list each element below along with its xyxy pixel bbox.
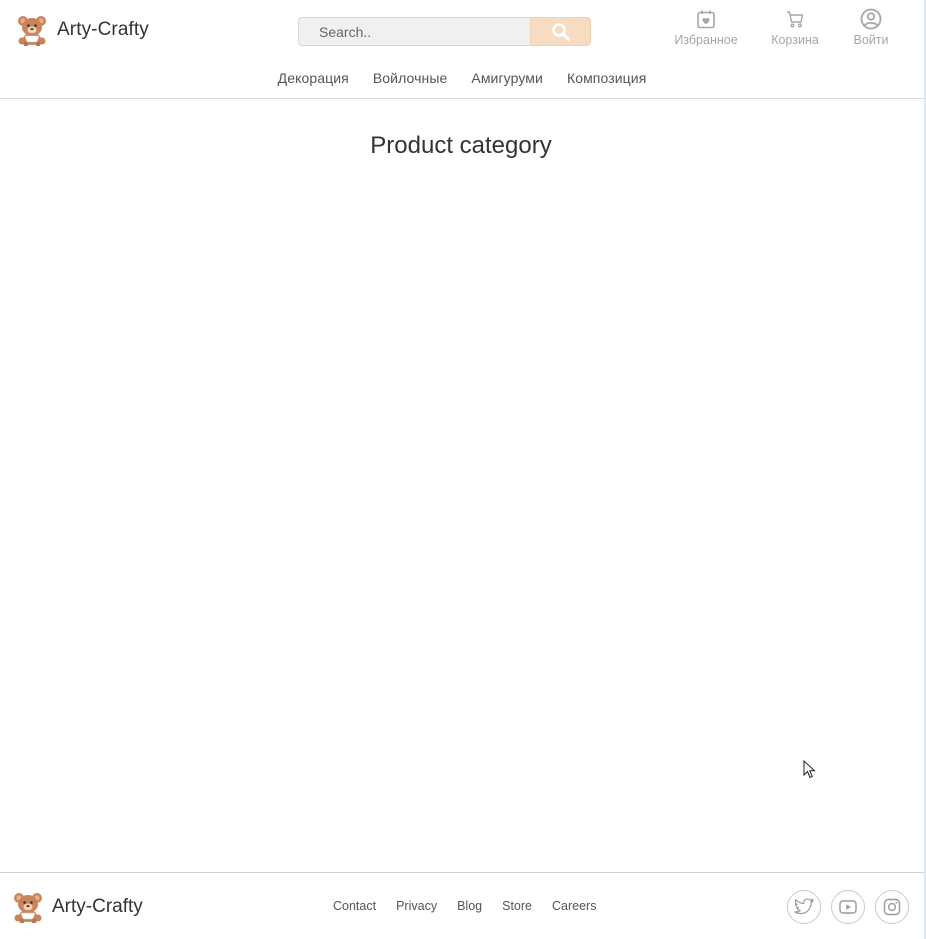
search-icon <box>551 22 570 41</box>
login-button[interactable]: Войти <box>848 8 894 47</box>
nav-item-composition[interactable]: Композиция <box>567 70 646 86</box>
site-header: Arty-Crafty Избранное <box>0 0 924 99</box>
search-button[interactable] <box>530 17 591 46</box>
youtube-button[interactable] <box>831 890 865 924</box>
favorites-label: Избранное <box>674 33 738 47</box>
search-bar <box>298 17 591 46</box>
footer-links: Contact Privacy Blog Store Careers <box>333 899 596 913</box>
nav-item-decoration[interactable]: Декорация <box>278 70 349 86</box>
footer-link-careers[interactable]: Careers <box>552 899 596 913</box>
site-footer: Arty-Crafty Contact Privacy Blog Store C… <box>0 872 924 939</box>
favorites-button[interactable]: Избранное <box>670 8 742 47</box>
footer-link-store[interactable]: Store <box>502 899 532 913</box>
footer-link-contact[interactable]: Contact <box>333 899 376 913</box>
footer-brand-name: Arty-Crafty <box>52 896 143 917</box>
twitter-button[interactable] <box>787 890 821 924</box>
footer-link-privacy[interactable]: Privacy <box>396 899 437 913</box>
page-title: Product category <box>370 132 552 159</box>
teddy-bear-logo-icon <box>18 16 46 46</box>
search-input[interactable] <box>298 17 530 46</box>
youtube-icon <box>839 900 857 914</box>
cart-button[interactable]: Корзина <box>766 8 824 47</box>
instagram-icon <box>883 898 901 916</box>
footer-brand-link[interactable]: Arty-Crafty <box>12 891 143 923</box>
brand-name: Arty-Crafty <box>57 19 149 40</box>
twitter-icon <box>794 898 814 915</box>
user-circle-icon <box>860 8 882 30</box>
login-label: Войти <box>853 33 889 47</box>
teddy-bear-logo-icon <box>14 893 42 923</box>
mouse-cursor-icon <box>803 760 816 779</box>
footer-link-blog[interactable]: Blog <box>457 899 482 913</box>
brand-logo-link[interactable]: Arty-Crafty <box>16 14 149 46</box>
favorites-calendar-icon <box>697 10 715 29</box>
instagram-button[interactable] <box>875 890 909 924</box>
nav-item-felt[interactable]: Войлочные <box>373 70 448 86</box>
cart-icon <box>787 11 804 28</box>
category-nav: Декорация Войлочные Амигуруми Композиция <box>0 70 924 86</box>
nav-item-amigurumi[interactable]: Амигуруми <box>471 70 543 86</box>
cart-label: Корзина <box>771 33 819 47</box>
